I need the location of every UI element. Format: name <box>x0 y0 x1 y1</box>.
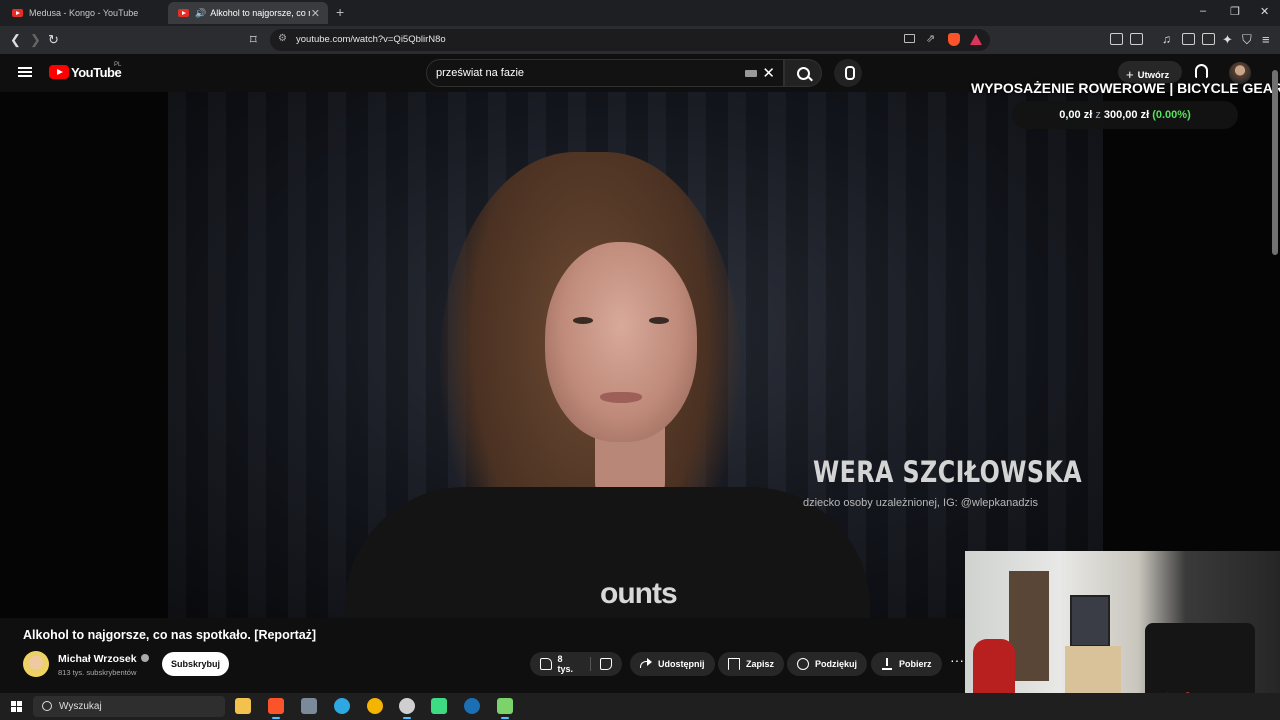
brave-shield-icon[interactable] <box>948 33 960 46</box>
url-text: youtube.com/watch?v=Qi5QblirN8o <box>296 34 446 45</box>
super-thanks-icon <box>797 658 809 670</box>
edge-icon[interactable] <box>334 698 350 714</box>
sidebar-icon[interactable] <box>1182 33 1195 45</box>
like-divider <box>589 657 591 671</box>
channel-name-text: Michał Wrzosek <box>58 653 137 665</box>
subscriber-count: 813 tys. subskrybentów <box>58 668 137 677</box>
goal-current: 0,00 zł <box>1059 109 1093 121</box>
webcam-door <box>1009 571 1049 681</box>
windows-start-icon[interactable] <box>11 701 22 712</box>
webcam-painting <box>1070 595 1110 647</box>
reader-icon[interactable] <box>1130 33 1143 45</box>
taskbar-search-input[interactable]: Wyszukaj <box>33 696 225 717</box>
cast-icon[interactable] <box>904 34 915 43</box>
obs-icon[interactable] <box>399 698 415 719</box>
share-button[interactable]: Udostępnij <box>630 652 715 676</box>
shirt-print-text: ounts <box>600 577 678 610</box>
youtube-favicon-icon <box>178 9 189 17</box>
share-icon[interactable]: ⇗ <box>926 32 935 45</box>
guide-menu-icon[interactable] <box>18 67 32 77</box>
download-icon <box>881 658 893 670</box>
share-arrow-icon <box>640 658 652 670</box>
brave-browser-icon[interactable] <box>268 698 284 719</box>
leo-ai-icon[interactable]: ✦ <box>1222 32 1233 48</box>
webcam-dresser <box>1065 646 1121 694</box>
search-input[interactable]: przeświat na fazie ✕ <box>426 59 784 87</box>
thumbs-down-icon[interactable] <box>600 658 613 670</box>
tab-medusa[interactable]: Medusa - Kongo - YouTube <box>2 2 164 24</box>
download-button[interactable]: Pobierz <box>871 652 942 676</box>
thumbs-up-icon[interactable] <box>540 658 552 670</box>
like-dislike-group: 8 tys. <box>530 652 622 676</box>
mouth <box>600 392 642 403</box>
maximize-button[interactable]: ❐ <box>1230 5 1240 18</box>
donation-goal-title: WYPOSAŻENIE ROWEROWE | BICYCLE GEAR <box>971 80 1280 96</box>
thanks-label: Podziękuj <box>815 659 858 669</box>
steam-icon[interactable] <box>464 698 480 714</box>
extensions-icon[interactable] <box>1110 33 1123 45</box>
app-green-icon[interactable] <box>497 698 513 719</box>
lower-third-subtitle: dziecko osoby uzależnionej, IG: @wlepkan… <box>803 497 1038 509</box>
more-actions-icon[interactable]: ··· <box>950 652 964 668</box>
notifications-bell-icon[interactable] <box>1195 64 1208 78</box>
chrome-icon[interactable] <box>367 698 383 714</box>
clear-search-icon[interactable]: ✕ <box>762 64 775 82</box>
video-player[interactable]: ounts WERA SZCIŁOWSKA dziecko osoby uzal… <box>0 92 1280 618</box>
save-button[interactable]: Zapisz <box>718 652 785 676</box>
new-tab-button[interactable]: + <box>336 4 344 20</box>
search-query: przeświat na fazie <box>436 67 525 79</box>
page-scrollbar[interactable] <box>1272 70 1278 255</box>
vpn-icon[interactable]: ⛉ <box>1242 32 1252 48</box>
wallet-icon[interactable] <box>1202 33 1215 45</box>
bookmark-icon[interactable]: ⌑ <box>250 32 257 48</box>
file-explorer-icon[interactable] <box>235 698 251 714</box>
share-label: Udostępnij <box>658 659 705 669</box>
keyboard-icon[interactable] <box>745 70 757 77</box>
region-code: PL <box>114 62 122 68</box>
play-icon[interactable] <box>431 698 447 714</box>
donation-goal-progress: 0,00 zł z 300,00 zł (0.00%) <box>1012 101 1238 129</box>
windows-taskbar: Wyszukaj <box>0 693 1280 720</box>
forward-icon[interactable]: ❯ <box>30 32 41 48</box>
browser-tab-strip: Medusa - Kongo - YouTube 🔊 Alkohol to na… <box>0 0 1280 26</box>
save-label: Zapisz <box>746 659 775 669</box>
minimize-button[interactable]: – <box>1200 5 1206 17</box>
goal-target: 300,00 zł <box>1103 109 1150 121</box>
youtube-favicon-icon <box>12 9 23 17</box>
menu-icon[interactable]: ≡ <box>1262 32 1270 47</box>
close-window-button[interactable]: ✕ <box>1260 5 1269 18</box>
site-settings-icon[interactable]: ⚙ <box>278 33 287 44</box>
subscribe-button[interactable]: Subskrybuj <box>162 652 229 676</box>
browser-toolbar: ❮ ❯ ↻ ⌑ ⚙ youtube.com/watch?v=Qi5QblirN8… <box>0 26 1280 54</box>
voice-search-button[interactable] <box>834 59 862 87</box>
person-face <box>545 242 697 442</box>
close-tab-icon[interactable]: ✕ <box>311 7 320 20</box>
youtube-logo-icon[interactable] <box>49 65 69 79</box>
video-title: Alkohol to najgorsze, co nas spotkało. [… <box>23 628 317 642</box>
tab-alkohol[interactable]: 🔊 Alkohol to najgorsze, co nas spotkało.… <box>168 2 328 24</box>
music-icon[interactable]: ♫ <box>1162 32 1171 46</box>
thanks-button[interactable]: Podziękuj <box>787 652 868 676</box>
channel-name[interactable]: Michał Wrzosek <box>58 653 149 665</box>
goal-of: z <box>1095 109 1101 121</box>
channel-avatar[interactable] <box>23 651 49 677</box>
eye-right <box>649 317 669 324</box>
tab-label: Alkohol to najgorsze, co nas spotkało... <box>210 8 310 18</box>
store-icon[interactable] <box>301 698 317 714</box>
search-button[interactable] <box>784 59 822 87</box>
goal-percent: (0.00%) <box>1152 109 1191 121</box>
back-icon[interactable]: ❮ <box>10 32 21 48</box>
tab-label: Medusa - Kongo - YouTube <box>29 8 139 18</box>
download-label: Pobierz <box>899 659 932 669</box>
lower-third-name: WERA SZCIŁOWSKA <box>813 455 1083 489</box>
taskbar-search-placeholder: Wyszukaj <box>59 701 102 712</box>
brave-rewards-icon[interactable] <box>970 34 982 45</box>
address-bar[interactable]: ⚙ youtube.com/watch?v=Qi5QblirN8o ⇗ <box>270 29 990 51</box>
verified-check-icon <box>140 654 149 662</box>
speaker-icon: 🔊 <box>195 7 207 18</box>
eye-left <box>573 317 593 324</box>
like-count[interactable]: 8 tys. <box>558 654 580 674</box>
bookmark-save-icon <box>728 658 740 670</box>
reload-icon[interactable]: ↻ <box>48 32 59 48</box>
